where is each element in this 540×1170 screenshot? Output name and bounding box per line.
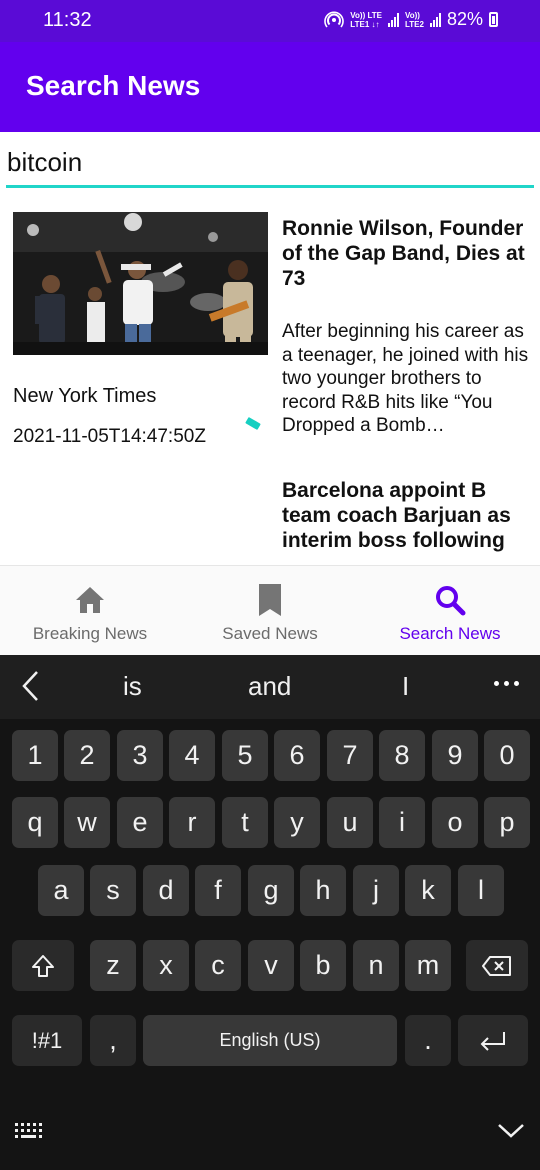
key-6[interactable]: 6 [274,730,320,781]
key-4[interactable]: 4 [169,730,215,781]
key-u[interactable]: u [327,797,373,848]
suggestion-2[interactable]: and [248,671,291,702]
home-icon [72,582,108,618]
lte1-bottom: LTE1 ↓↑ [350,19,380,29]
key-t[interactable]: t [222,797,268,848]
battery-percent: 82% [446,9,483,29]
lte1-top: Vo)) LTE [350,10,382,20]
key-h[interactable]: h [300,865,346,916]
shift-icon [32,954,54,977]
period-key[interactable]: . [405,1015,451,1066]
nav-label: Search News [399,624,501,643]
key-9[interactable]: 9 [432,730,478,781]
search-icon [432,582,468,618]
article-date: 2021-11-05T14:47:50Z [13,426,206,447]
key-j[interactable]: j [353,865,399,916]
key-q[interactable]: q [12,797,58,848]
key-e[interactable]: e [117,797,163,848]
key-m[interactable]: m [405,940,451,991]
article-image [13,212,268,355]
hide-keyboard-icon[interactable] [496,1121,526,1146]
bookmark-icon [252,582,288,618]
nav-saved-news[interactable]: Saved News [180,566,360,655]
key-7[interactable]: 7 [327,730,373,781]
signal-2-icon [429,12,441,27]
key-a[interactable]: a [38,865,84,916]
more-icon[interactable] [494,681,519,686]
article-title: Barcelona appoint B team coach Barjuan a… [282,479,511,552]
accent-mark-icon [245,416,261,431]
key-i[interactable]: i [379,797,425,848]
top-app-bar: Search News [0,42,540,132]
hotspot-icon [324,11,345,28]
enter-key[interactable] [458,1015,528,1066]
article-source: New York Times [13,385,157,407]
nav-label: Saved News [222,624,318,643]
key-w[interactable]: w [64,797,110,848]
battery-icon [489,12,498,27]
article-description: After beginning his career as a teenager… [282,321,529,436]
bottom-navigation: Breaking News Saved News Search News [0,565,540,655]
key-g[interactable]: g [248,865,294,916]
enter-icon [480,1031,505,1051]
key-x[interactable]: x [143,940,189,991]
suggestion-1[interactable]: is [123,671,142,702]
nav-breaking-news[interactable]: Breaking News [0,566,180,655]
key-0[interactable]: 0 [484,730,530,781]
key-y[interactable]: y [274,797,320,848]
key-1[interactable]: 1 [12,730,58,781]
suggestion-3[interactable]: I [402,671,409,702]
page-title: Search News [26,70,201,101]
key-c[interactable]: c [195,940,241,991]
key-b[interactable]: b [300,940,346,991]
key-2[interactable]: 2 [64,730,110,781]
key-k[interactable]: k [405,865,451,916]
keyboard-switch-icon[interactable] [14,1121,48,1146]
shift-key[interactable] [12,940,74,991]
key-l[interactable]: l [458,865,504,916]
article-item[interactable]: New York Times 2021-11-05T14:47:50Z Ronn… [0,200,540,462]
status-icons: Vo)) LTE LTE1 ↓↑ Vo)) LTE2 82% [324,9,498,30]
suggestion-bar: is and I [0,655,540,719]
article-list[interactable]: New York Times 2021-11-05T14:47:50Z Ronn… [0,200,540,565]
lte2-bottom: LTE2 [405,19,424,29]
article-title: Ronnie Wilson, Founder of the Gap Band, … [282,217,525,290]
lte2-top: Vo)) [405,10,420,20]
lte2-indicator: Vo)) LTE2 [405,11,424,29]
signal-1-icon [388,12,399,27]
symbols-key[interactable]: !#1 [12,1015,82,1066]
chevron-left-icon[interactable] [20,669,40,708]
status-bar: 11:32 Vo)) LTE LTE1 ↓↑ Vo)) LTE2 82% [0,0,540,42]
key-3[interactable]: 3 [117,730,163,781]
article-item[interactable]: Barcelona appoint B team coach Barjuan a… [0,462,540,565]
key-8[interactable]: 8 [379,730,425,781]
backspace-icon [482,955,511,976]
comma-key[interactable]: , [90,1015,136,1066]
key-f[interactable]: f [195,865,241,916]
key-r[interactable]: r [169,797,215,848]
key-o[interactable]: o [432,797,478,848]
key-p[interactable]: p [484,797,530,848]
search-input[interactable] [6,146,534,188]
key-n[interactable]: n [353,940,399,991]
key-z[interactable]: z [90,940,136,991]
nav-label: Breaking News [32,624,148,643]
space-bar[interactable]: English (US) [143,1015,397,1066]
soft-keyboard: is and I 1 2 3 4 5 6 7 8 9 0 q w e r t y… [0,655,540,1170]
nav-search-news[interactable]: Search News [360,566,540,655]
lte1-indicator: Vo)) LTE LTE1 ↓↑ [350,11,382,29]
key-v[interactable]: v [248,940,294,991]
key-s[interactable]: s [90,865,136,916]
key-d[interactable]: d [143,865,189,916]
backspace-key[interactable] [466,940,528,991]
status-time: 11:32 [43,9,92,31]
key-5[interactable]: 5 [222,730,268,781]
